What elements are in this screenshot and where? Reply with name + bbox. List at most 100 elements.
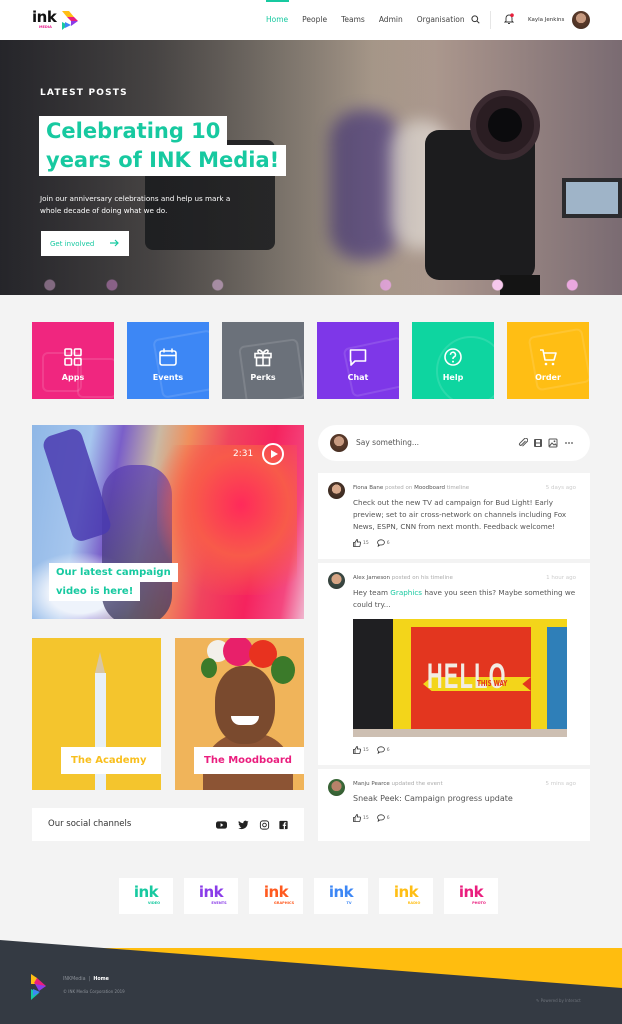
nav-organisation[interactable]: Organisation (417, 15, 465, 24)
search-icon[interactable] (471, 15, 480, 24)
comment-button[interactable]: 6 (376, 746, 390, 754)
hero-description: Join our anniversary celebrations and he… (40, 194, 231, 215)
nav-people[interactable]: People (302, 15, 327, 24)
post-image[interactable]: HELLO THIS WAY (353, 619, 567, 737)
instagram-icon[interactable] (259, 820, 270, 830)
calendar-icon (159, 348, 177, 366)
cart-icon (540, 349, 557, 366)
twitter-icon[interactable] (238, 820, 249, 830)
leaves (201, 658, 217, 678)
video-duration: 2:31 (233, 449, 254, 459)
logo-mark-icon (62, 11, 79, 30)
tile-apps[interactable]: Apps (32, 322, 114, 399)
post-body[interactable]: Sneak Peek: Campaign progress update (353, 793, 578, 805)
hero-title-line-2: years of INK Media! (39, 145, 287, 176)
youtube-icon[interactable] (216, 820, 227, 830)
post-body-text: Hey team (353, 588, 391, 597)
post-body: Hey team Graphics have you seen this? Ma… (353, 587, 578, 611)
question-circle-icon (444, 348, 462, 366)
nav-teams[interactable]: Teams (341, 15, 365, 24)
footer-breadcrumb: INKMedia | Home (63, 977, 109, 982)
tile-label: Help (442, 373, 464, 382)
post-action: posted on (385, 485, 413, 491)
feed-post: Alex Jameson posted on his timeline 1 ho… (318, 563, 590, 765)
brand-word: ink (133, 883, 159, 901)
brand-sub: RADIO (407, 901, 421, 905)
post-action: posted on his timeline (391, 575, 453, 581)
brand-word: ink (458, 883, 484, 901)
like-button[interactable]: 15 (353, 746, 369, 754)
brand-ink-graphics[interactable]: ink GRAPHICS (249, 878, 303, 914)
tile-decor (342, 336, 399, 398)
team-mention-link[interactable]: Graphics (390, 588, 422, 597)
post-target[interactable]: Moodboard (414, 485, 445, 491)
logo-wordmark: ink (32, 8, 57, 26)
like-count: 15 (363, 815, 369, 821)
like-button[interactable]: 15 (353, 539, 369, 547)
gift-icon (254, 349, 272, 367)
interact-icon: ✎ (536, 998, 540, 1003)
user-name[interactable]: Kayla Jenkins (528, 17, 564, 23)
brand-ink-photo[interactable]: ink PHOTO (444, 878, 498, 914)
tile-events[interactable]: Events (127, 322, 209, 399)
brand-ink-events[interactable]: ink EVENTS (184, 878, 238, 914)
comment-button[interactable]: 6 (376, 539, 390, 547)
post-author[interactable]: Manju Pearce (353, 781, 390, 787)
author-avatar[interactable] (328, 482, 345, 499)
thumbs-up-icon (353, 814, 361, 822)
post-meta: Fiona Bane posted on Moodboard timeline (353, 485, 469, 491)
video-powder-cloud (157, 445, 297, 595)
tile-label: Chat (347, 373, 369, 382)
author-avatar[interactable] (328, 779, 345, 796)
nav-admin[interactable]: Admin (379, 15, 403, 24)
nav-home[interactable]: Home (266, 15, 288, 24)
brand-ink-radio[interactable]: ink RADIO (379, 878, 433, 914)
brand-ink-tv[interactable]: ink TV (314, 878, 368, 914)
footer-home-link[interactable]: Home (93, 977, 109, 982)
tile-perks[interactable]: Perks (222, 322, 304, 399)
film-icon[interactable] (533, 438, 543, 448)
video-caption-line-1: Our latest campaign (49, 563, 178, 582)
footer-site-link[interactable]: INKMedia (63, 977, 86, 982)
post-composer[interactable]: Say something... (318, 425, 590, 461)
header-divider (490, 11, 491, 29)
tile-label: Apps (61, 373, 85, 382)
main-nav: Home People Teams Admin Organisation (266, 15, 465, 24)
composer-placeholder[interactable]: Say something... (356, 438, 419, 447)
post-author[interactable]: Alex Jameson (353, 575, 390, 581)
tile-help[interactable]: Help (412, 322, 494, 399)
img-pavement (353, 729, 567, 737)
more-icon[interactable] (564, 438, 574, 448)
top-header: ink MEDIA Home People Teams Admin Organi… (0, 0, 622, 40)
comment-button[interactable]: 6 (376, 814, 390, 822)
facebook-icon[interactable] (278, 820, 289, 830)
post-author[interactable]: Fiona Bane (353, 485, 383, 491)
powered-by[interactable]: ✎ Powered by Interact (536, 998, 581, 1003)
image-icon[interactable] (548, 438, 558, 448)
tile-order[interactable]: Order (507, 322, 589, 399)
portrait-face (215, 666, 275, 744)
bell-icon[interactable] (504, 13, 514, 25)
get-involved-button[interactable]: Get involved (41, 231, 129, 256)
post-time: 5 mins ago (545, 781, 576, 787)
paperclip-icon[interactable] (518, 438, 528, 448)
brand-sub: EVENTS (211, 901, 227, 905)
comment-count: 6 (386, 747, 390, 753)
footer-separator: | (88, 977, 91, 982)
img-storefront-pillar (393, 627, 411, 737)
feed-post: Manju Pearce updated the event 5 mins ag… (318, 769, 590, 841)
user-avatar[interactable] (572, 11, 590, 29)
pencil-tip (95, 652, 105, 673)
post-action: updated the event (391, 781, 443, 787)
social-title: Our social channels (48, 819, 132, 829)
thumbs-up-icon (353, 539, 361, 547)
tile-chat[interactable]: Chat (317, 322, 399, 399)
brand-word: ink (328, 883, 354, 901)
brand-ink-video[interactable]: ink VIDEO (119, 878, 173, 914)
play-icon[interactable] (262, 443, 284, 465)
ink-media-logo[interactable]: ink MEDIA (32, 10, 79, 31)
author-avatar[interactable] (328, 572, 345, 589)
footer-logo-mark-icon[interactable] (31, 974, 49, 1000)
img-storefront-pillar (531, 627, 547, 737)
like-button[interactable]: 15 (353, 814, 369, 822)
